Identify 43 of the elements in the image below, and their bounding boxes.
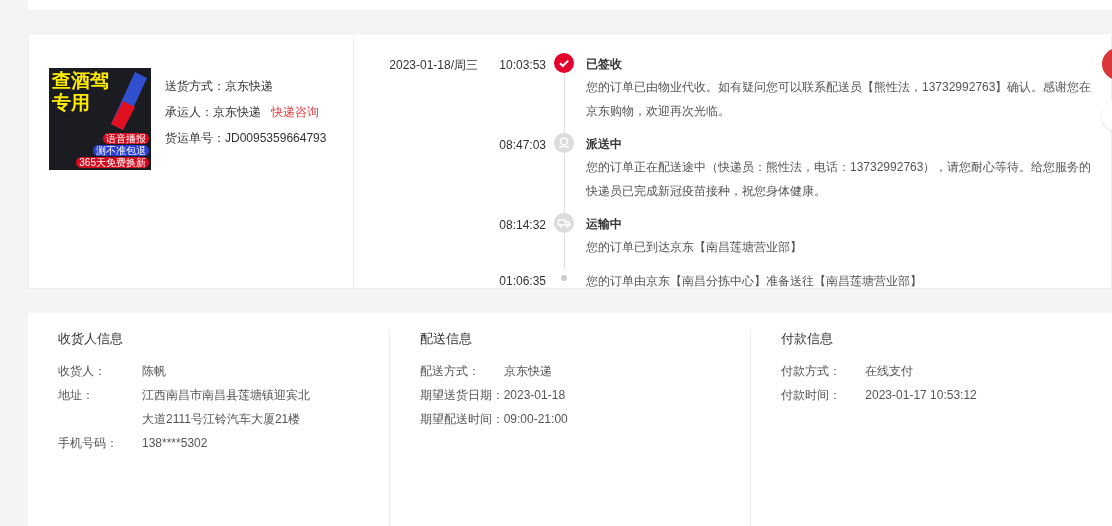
shipment-field: 货运单号：JD0095359664793 (165, 129, 327, 147)
status-title: 派送中 (586, 136, 623, 153)
info-value: 138****5302 (142, 434, 208, 452)
timeline-time: 01:06:35 (499, 274, 546, 288)
info-value: 京东快递 (503, 362, 552, 380)
status-description: 您的订单由京东【南昌分拣中心】准备送往【南昌莲塘营业部】 (586, 273, 923, 288)
info-value: 在线支付 (865, 362, 914, 380)
info-label: 收货人： (58, 362, 107, 380)
info-label: 付款时间： (781, 386, 843, 404)
check-icon (554, 53, 574, 73)
info-label: 手机号码： (58, 434, 119, 452)
section-title: 付款信息 (781, 330, 835, 348)
info-label: 期望配送时间： (419, 410, 504, 428)
image-caption: 查酒驾 (52, 70, 109, 92)
courier-inquiry-link[interactable]: 快递咨询 (271, 103, 319, 121)
info-label: 地址： (58, 386, 95, 404)
light-stick-drawing (111, 72, 147, 130)
status-description: 您的订单正在配送途中（快递员：熊性法，电话：13732992763），请您耐心等待。给您服务的快递员已完成新冠疫苗接种，祝您身体健康。 (586, 159, 1093, 200)
info-value: 09:00-21:00 (503, 410, 568, 428)
info-value: 江西南昌市南昌县莲塘镇迎宾北 (142, 386, 310, 404)
info-value: 2023-01-17 10:53:12 (865, 386, 977, 404)
shipment-field: 送货方式：京东快递 (165, 77, 273, 95)
shipment-field: 承运人：京东快递 (165, 103, 261, 121)
image-badge: 语音播报 (103, 133, 149, 144)
image-badge: 365天免费换新 (76, 157, 149, 168)
image-badge: 测不准包退 (93, 145, 149, 156)
info-value: 2023-01-18 (503, 386, 566, 404)
info-label: 付款方式： (781, 362, 843, 380)
timeline-time: 10:03:53 (499, 58, 546, 72)
timeline-date: 2023-01-18/周三 (389, 58, 478, 72)
section-title: 收货人信息 (58, 330, 124, 348)
info-label: 期望送货日期： (419, 386, 504, 404)
status-title: 运输中 (586, 216, 623, 233)
timeline-time: 08:47:03 (499, 138, 546, 152)
status-description: 您的订单已到达京东【南昌莲塘营业部】 (586, 239, 803, 256)
status-description: 您的订单已由物业代收。如有疑问您可以联系配送员【熊性法，13732992763】确认。感谢您在京东购物，欢迎再次光临。 (586, 79, 1093, 120)
section-title: 配送信息 (419, 330, 473, 348)
timeline-time: 08:14:32 (499, 218, 546, 232)
info-value: 陈帆 (142, 362, 166, 380)
status-title: 已签收 (586, 56, 623, 73)
info-label: 配送方式： (419, 362, 481, 380)
image-caption: 专用 (52, 92, 91, 114)
info-value: 大道2111号江铃汽车大厦21楼 (142, 410, 302, 428)
